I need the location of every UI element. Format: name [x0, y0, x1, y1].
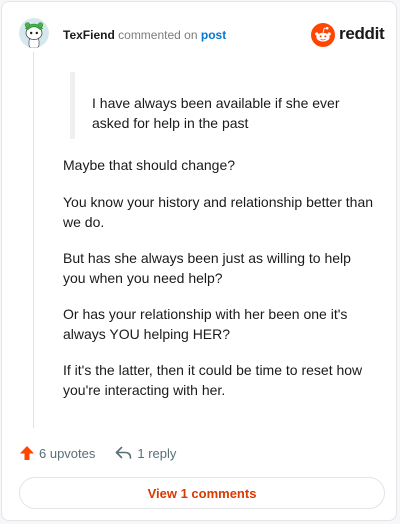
- comment-paragraph: Or has your relationship with her been o…: [63, 306, 348, 342]
- quoted-text: I have always been available if she ever…: [70, 72, 370, 139]
- comment-actions: 6 upvotes 1 reply: [19, 443, 176, 463]
- brand-wordmark: reddit: [339, 24, 385, 43]
- upvote-button[interactable]: 6 upvotes: [19, 445, 95, 461]
- upvote-arrow-icon: [20, 446, 34, 460]
- comment-header: TexFiend commented on post: [63, 28, 226, 42]
- comment-paragraph: You know your history and relationship b…: [63, 194, 374, 230]
- action-text: commented on: [118, 28, 198, 42]
- reply-button[interactable]: 1 reply: [115, 446, 176, 461]
- reply-count: 1 reply: [137, 445, 177, 461]
- username-link[interactable]: TexFiend: [63, 28, 115, 42]
- comment-paragraph: If it's the latter, then it could be tim…: [63, 362, 363, 398]
- user-avatar[interactable]: [19, 18, 49, 48]
- reply-arrow-icon: [116, 446, 132, 459]
- comment-paragraph: But has she always been just as willing …: [63, 250, 351, 286]
- thread-line[interactable]: [33, 52, 34, 428]
- reddit-brand[interactable]: reddit: [311, 22, 391, 48]
- comment-paragraph: Maybe that should change?: [63, 157, 236, 173]
- upvote-count: 6 upvotes: [39, 445, 96, 461]
- view-comments-button[interactable]: View 1 comments: [19, 477, 385, 509]
- reddit-logo-icon: [311, 23, 335, 47]
- snoo-avatar-icon: [19, 18, 49, 48]
- comment-card: TexFiend commented on post reddit I have…: [1, 1, 397, 521]
- post-link[interactable]: post: [201, 28, 226, 42]
